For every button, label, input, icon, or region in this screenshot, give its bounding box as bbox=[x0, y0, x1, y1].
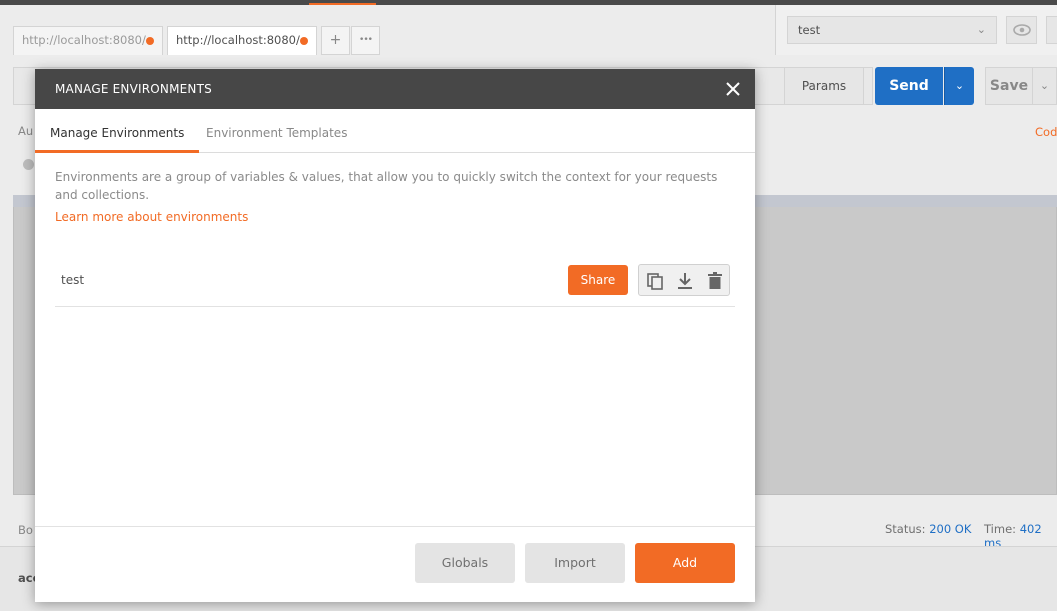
trash-icon[interactable] bbox=[705, 271, 725, 291]
environments-description: Environments are a group of variables & … bbox=[55, 170, 718, 202]
modal-tab-bar: Manage Environments Environment Template… bbox=[35, 109, 755, 153]
modal-footer: Globals Import Add bbox=[35, 526, 755, 602]
environment-actions bbox=[638, 264, 730, 296]
learn-more-link[interactable]: Learn more about environments bbox=[55, 210, 248, 224]
tab-environment-templates[interactable]: Environment Templates bbox=[191, 109, 362, 153]
duplicate-icon[interactable] bbox=[645, 271, 665, 291]
share-button[interactable]: Share bbox=[568, 265, 628, 295]
add-button[interactable]: Add bbox=[635, 543, 735, 583]
import-button[interactable]: Import bbox=[525, 543, 625, 583]
globals-button[interactable]: Globals bbox=[415, 543, 515, 583]
close-icon[interactable] bbox=[723, 79, 743, 99]
environment-row[interactable]: test Share bbox=[55, 257, 735, 307]
environment-name[interactable]: test bbox=[61, 257, 84, 303]
modal-header: MANAGE ENVIRONMENTS bbox=[35, 69, 755, 109]
manage-environments-modal: MANAGE ENVIRONMENTS Manage Environments … bbox=[35, 69, 755, 602]
download-icon[interactable] bbox=[675, 271, 695, 291]
modal-title: MANAGE ENVIRONMENTS bbox=[55, 82, 212, 96]
tab-manage-environments[interactable]: Manage Environments bbox=[35, 109, 200, 153]
